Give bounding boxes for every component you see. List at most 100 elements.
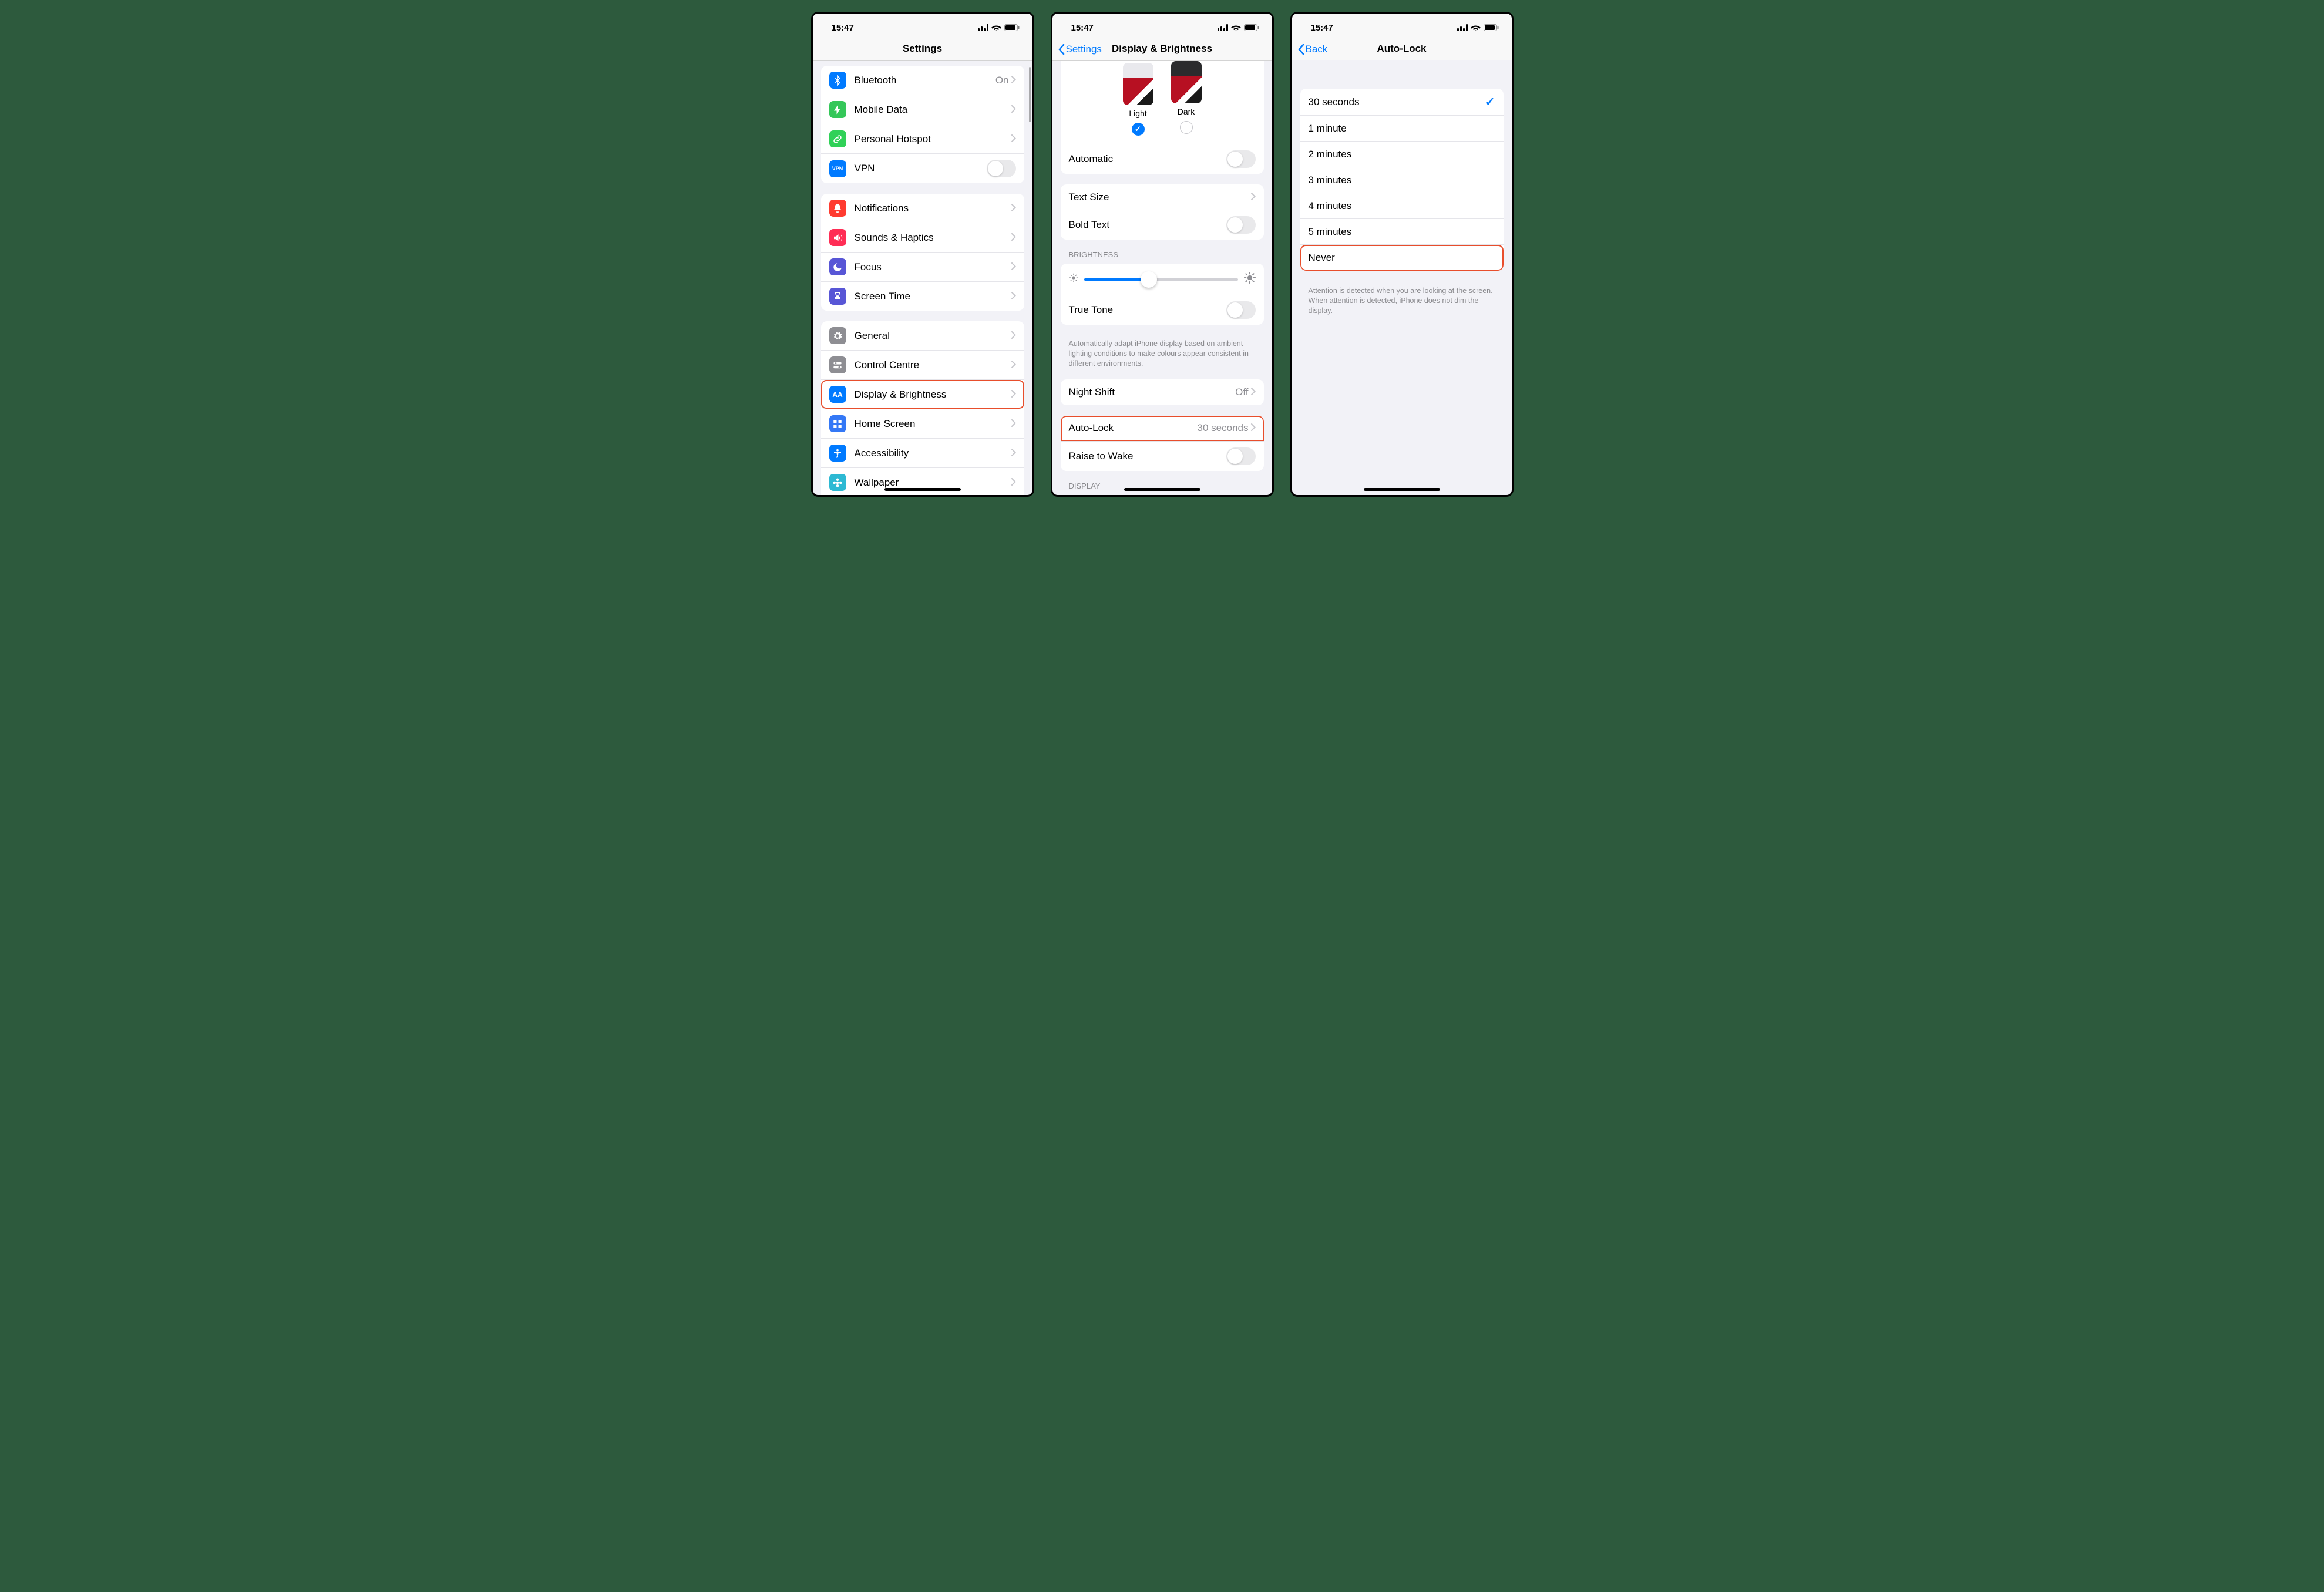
row-label: Focus <box>855 261 1011 273</box>
row-notifications[interactable]: Notifications <box>821 194 1024 223</box>
chevron-right-icon <box>1011 232 1016 244</box>
back-button[interactable]: Settings <box>1058 43 1102 55</box>
chevron-right-icon <box>1011 359 1016 371</box>
option-label: 3 minutes <box>1309 174 1495 186</box>
sun-high-icon <box>1244 272 1256 287</box>
appearance-label: Light <box>1123 109 1153 118</box>
group-brightness: True Tone <box>1061 264 1264 325</box>
row-home-screen[interactable]: Home Screen <box>821 409 1024 439</box>
bold-text-toggle[interactable] <box>1226 216 1256 234</box>
flower-icon <box>829 474 846 491</box>
row-wallpaper[interactable]: Wallpaper <box>821 468 1024 495</box>
group-night-shift: Night Shift Off <box>1061 379 1264 405</box>
row-mobile-data[interactable]: Mobile Data <box>821 95 1024 124</box>
check-icon: ✓ <box>1485 95 1495 109</box>
cellular-icon <box>978 24 988 31</box>
row-accessibility[interactable]: Accessibility <box>821 439 1024 468</box>
row-automatic[interactable]: Automatic <box>1061 144 1264 174</box>
sun-low-icon <box>1069 273 1078 285</box>
status-bar: 15:47 <box>1052 14 1272 38</box>
option-label: 2 minutes <box>1309 149 1495 160</box>
row-auto-lock[interactable]: Auto-Lock 30 seconds <box>1061 416 1264 442</box>
light-preview-icon <box>1123 63 1153 105</box>
slider-knob[interactable] <box>1141 271 1157 288</box>
automatic-toggle[interactable] <box>1226 150 1256 168</box>
dark-radio[interactable] <box>1180 121 1193 134</box>
hourglass-icon <box>829 288 846 305</box>
accessibility-icon <box>829 445 846 462</box>
back-button[interactable]: Back <box>1298 43 1328 55</box>
light-radio[interactable]: ✓ <box>1132 123 1145 136</box>
chevron-right-icon <box>1251 386 1256 398</box>
row-label: True Tone <box>1069 304 1226 316</box>
vpn-toggle[interactable] <box>987 160 1016 177</box>
autolock-option[interactable]: 5 minutes <box>1300 219 1504 245</box>
group-appearance: Light ✓ Dark Automatic <box>1061 61 1264 174</box>
home-indicator[interactable] <box>884 488 961 491</box>
moon-icon <box>829 258 846 275</box>
brightness-slider[interactable] <box>1084 278 1238 281</box>
row-raise-to-wake[interactable]: Raise to Wake <box>1061 442 1264 471</box>
speaker-icon <box>829 229 846 246</box>
row-general[interactable]: General <box>821 321 1024 351</box>
group-device: General Control Centre AA Display & Brig… <box>821 321 1024 495</box>
autolock-option[interactable]: Never <box>1300 245 1504 271</box>
option-label: 30 seconds <box>1309 96 1485 108</box>
row-sounds-haptics[interactable]: Sounds & Haptics <box>821 223 1024 253</box>
row-vpn[interactable]: VPN VPN <box>821 154 1024 183</box>
row-bluetooth[interactable]: Bluetooth On <box>821 66 1024 95</box>
back-label: Back <box>1306 43 1328 55</box>
row-label: Auto-Lock <box>1069 422 1198 434</box>
link-icon <box>829 130 846 147</box>
row-label: Night Shift <box>1069 386 1236 398</box>
brightness-slider-row[interactable] <box>1061 264 1264 295</box>
display-scroll[interactable]: Light ✓ Dark Automatic Text Size Bol <box>1052 61 1272 495</box>
battery-icon <box>1484 24 1499 31</box>
settings-scroll[interactable]: Bluetooth On Mobile Data Personal Hotspo… <box>813 61 1032 495</box>
row-label: Accessibility <box>855 447 1011 459</box>
group-lock: Auto-Lock 30 seconds Raise to Wake <box>1061 416 1264 471</box>
chevron-right-icon <box>1011 104 1016 116</box>
row-night-shift[interactable]: Night Shift Off <box>1061 379 1264 405</box>
autolock-option[interactable]: 4 minutes <box>1300 193 1504 219</box>
status-time: 15:47 <box>1071 23 1094 33</box>
status-bar: 15:47 <box>813 14 1032 38</box>
status-bar: 15:47 <box>1292 14 1512 38</box>
row-bold-text[interactable]: Bold Text <box>1061 210 1264 240</box>
option-label: 1 minute <box>1309 123 1495 134</box>
row-personal-hotspot[interactable]: Personal Hotspot <box>821 124 1024 154</box>
status-time: 15:47 <box>832 23 854 33</box>
toggles-icon <box>829 356 846 373</box>
row-focus[interactable]: Focus <box>821 253 1024 282</box>
autolock-scroll[interactable]: 30 seconds✓ 1 minute 2 minutes 3 minutes 4 m… <box>1292 60 1512 495</box>
home-indicator[interactable] <box>1364 488 1440 491</box>
raise-to-wake-toggle[interactable] <box>1226 447 1256 465</box>
group-text: Text Size Bold Text <box>1061 184 1264 240</box>
autolock-option[interactable]: 1 minute <box>1300 116 1504 142</box>
scrollbar[interactable] <box>1029 67 1031 122</box>
home-indicator[interactable] <box>1124 488 1200 491</box>
appearance-light[interactable]: Light ✓ <box>1123 63 1153 136</box>
row-screen-time[interactable]: Screen Time <box>821 282 1024 311</box>
battery-icon <box>1244 24 1259 31</box>
row-label: Display & Brightness <box>855 389 1011 400</box>
chevron-right-icon <box>1011 133 1016 145</box>
appearance-dark[interactable]: Dark <box>1171 61 1202 136</box>
row-display-brightness[interactable]: AA Display & Brightness <box>821 380 1024 409</box>
autolock-option[interactable]: 3 minutes <box>1300 167 1504 193</box>
group-alerts: Notifications Sounds & Haptics Focus Scr… <box>821 194 1024 311</box>
chevron-right-icon <box>1011 75 1016 86</box>
antenna-icon <box>829 101 846 118</box>
autolock-note: Attention is detected when you are looki… <box>1292 281 1512 316</box>
row-text-size[interactable]: Text Size <box>1061 184 1264 210</box>
row-true-tone[interactable]: True Tone <box>1061 295 1264 325</box>
chevron-right-icon <box>1251 191 1256 203</box>
row-control-centre[interactable]: Control Centre <box>821 351 1024 380</box>
row-label: Wallpaper <box>855 477 1011 489</box>
true-tone-toggle[interactable] <box>1226 301 1256 319</box>
vpn-icon: VPN <box>829 160 846 177</box>
autolock-option[interactable]: 2 minutes <box>1300 142 1504 167</box>
cellular-icon <box>1218 24 1228 31</box>
text-size-icon: AA <box>829 386 846 403</box>
autolock-option[interactable]: 30 seconds✓ <box>1300 89 1504 116</box>
